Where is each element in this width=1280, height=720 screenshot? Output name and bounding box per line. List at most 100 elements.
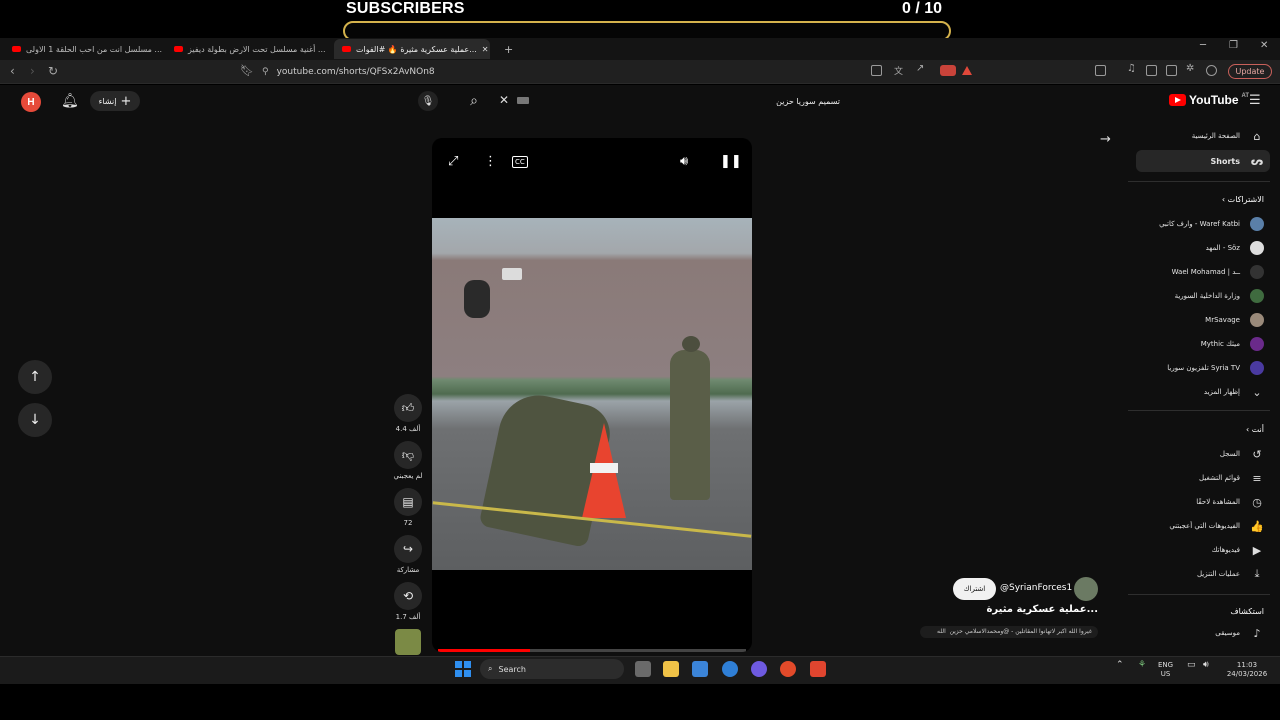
- wallet-icon[interactable]: [1166, 65, 1177, 76]
- guide-item-home[interactable]: الصفحة الرئيسية ⌂: [1136, 125, 1270, 147]
- browser-tab-1[interactable]: مسلسل انت من احب الحلقة 1 الاولى ...: [4, 39, 164, 59]
- guide-subscription-item[interactable]: وارف كاتبي - Waref Katbi: [1136, 213, 1270, 235]
- guide-item-downloads[interactable]: عمليات التنزيل ⤓: [1136, 563, 1270, 585]
- you-header-label: أنت: [1251, 425, 1264, 434]
- guide-collapse-arrow-icon[interactable]: →: [1100, 132, 1111, 147]
- keyboard-icon[interactable]: [517, 97, 529, 104]
- volume-icon[interactable]: 🔊︎: [680, 154, 688, 169]
- guide-subscription-item[interactable]: تلفزيون سوريا Syria TV: [1136, 357, 1270, 379]
- you-header[interactable]: ‹ أنت: [1136, 425, 1270, 434]
- share-page-icon[interactable]: ↗: [916, 63, 927, 74]
- short-description[interactable]: الله ‎ غيروا الله اكبر لاتهانوا المقاتلي…: [920, 626, 1098, 638]
- letterbox-bottom: [0, 685, 1280, 720]
- reader-icon[interactable]: [1146, 65, 1157, 76]
- site-settings-icon[interactable]: ⚲: [262, 67, 269, 77]
- brave-rewards-icon[interactable]: [962, 66, 972, 75]
- app-icon[interactable]: [780, 661, 796, 677]
- windows-start-icon[interactable]: [455, 661, 471, 677]
- guide-item-liked[interactable]: الفيديوهات التي أعجبتني 👍: [1136, 515, 1270, 537]
- task-view-icon[interactable]: [635, 661, 651, 677]
- minimize-icon[interactable]: ─: [1200, 40, 1206, 51]
- channel-handle[interactable]: @SyrianForces1: [1000, 583, 1072, 593]
- playback-progress[interactable]: [438, 649, 746, 652]
- guide-subscription-item[interactable]: Wael Mohamad | ــد: [1136, 261, 1270, 283]
- taskbar-search[interactable]: ⌕ Search: [480, 659, 624, 679]
- comments-button[interactable]: ▤: [394, 488, 422, 516]
- fullscreen-icon[interactable]: ⤢: [448, 154, 458, 169]
- cast-icon[interactable]: [871, 65, 882, 76]
- guide-item-music[interactable]: موسيقى ♪: [1136, 622, 1270, 644]
- channel-avatar[interactable]: [1074, 577, 1098, 601]
- music-extension-icon[interactable]: ♫: [1127, 63, 1138, 74]
- guide-item-shorts[interactable]: Shorts ᔕ: [1136, 150, 1270, 172]
- plus-icon: +: [120, 93, 132, 109]
- discord-icon[interactable]: [751, 661, 767, 677]
- shorts-player[interactable]: ⤢ ⋮ CC 🔊︎ ❚❚: [432, 138, 752, 652]
- vpn-icon[interactable]: [1206, 65, 1217, 76]
- guide-item-watch-later[interactable]: المشاهدة لاحقًا ◷: [1136, 491, 1270, 513]
- share-button[interactable]: ↪: [394, 535, 422, 563]
- bookmark-icon[interactable]: 🔖︎: [240, 64, 254, 77]
- your-videos-icon: ▶: [1252, 543, 1262, 557]
- subscriptions-header[interactable]: ‹ الاشتراكات: [1136, 195, 1270, 204]
- maximize-icon[interactable]: ❐: [1229, 40, 1238, 51]
- extensions-icon[interactable]: ✲: [1186, 63, 1197, 74]
- sidebar-toggle-icon[interactable]: [1095, 65, 1106, 76]
- create-button[interactable]: إنشاء +: [90, 91, 140, 111]
- guide-item-your-videos[interactable]: فيديوهاتك ▶: [1136, 539, 1270, 561]
- update-button[interactable]: Update: [1228, 64, 1272, 79]
- close-tab-icon[interactable]: ✕: [482, 45, 489, 54]
- avatar[interactable]: H: [21, 92, 41, 112]
- back-icon[interactable]: ‹: [10, 64, 15, 78]
- guide-subscription-item[interactable]: وزارة الداخلية السورية: [1136, 285, 1270, 307]
- subscribe-button[interactable]: اشتراك: [953, 578, 996, 600]
- guide-menu-icon[interactable]: ☰: [1249, 93, 1261, 108]
- file-explorer-icon[interactable]: [663, 661, 679, 677]
- sound-thumbnail[interactable]: [395, 629, 421, 655]
- like-button[interactable]: 👍︎: [394, 394, 422, 422]
- guide-show-more[interactable]: إظهار المزيد ⌄: [1136, 381, 1270, 403]
- tray-app-icon[interactable]: ⚘: [1138, 661, 1146, 670]
- browser-tab-2[interactable]: أغنية مسلسل تحت الارض بطولة ديفيز ...: [166, 39, 330, 59]
- youtube-logo[interactable]: YouTube AT: [1169, 93, 1249, 107]
- voice-search-mic-icon[interactable]: 🎙︎: [418, 91, 438, 111]
- new-tab-button[interactable]: +: [496, 39, 516, 59]
- guide-subscription-item[interactable]: Mythic ميثك: [1136, 333, 1270, 355]
- edge-icon[interactable]: [722, 661, 738, 677]
- network-icon[interactable]: ▭: [1187, 661, 1196, 670]
- thumbs-down-icon: 👎︎: [401, 447, 415, 462]
- next-short-button[interactable]: ↓: [18, 403, 52, 437]
- like-count: 4.4 ألف: [395, 425, 421, 433]
- brave-browser-icon[interactable]: [810, 661, 826, 677]
- guide-item-playlists[interactable]: قوائم التشغيل ≡: [1136, 467, 1270, 489]
- url-field[interactable]: ⚲ youtube.com/shorts/QFSx2AvNOn8: [262, 62, 862, 82]
- share-icon: ↪: [402, 542, 414, 556]
- tray-overflow-icon[interactable]: ⌃: [1116, 661, 1124, 670]
- brave-shields-icon[interactable]: [940, 65, 956, 76]
- browser-tab-3[interactable]: عملية عسكرية مثيرة 🔥 #الفوات... ✕: [334, 39, 490, 59]
- search-button[interactable]: ⌕: [459, 88, 489, 114]
- forward-icon[interactable]: ›: [30, 64, 35, 78]
- search-input[interactable]: [490, 89, 850, 113]
- language-indicator[interactable]: ENG US: [1158, 661, 1173, 679]
- guide-subscription-item[interactable]: MrSavage: [1136, 309, 1270, 331]
- close-window-icon[interactable]: ✕: [1260, 40, 1268, 51]
- guide-subscription-item[interactable]: المهد - Söz: [1136, 237, 1270, 259]
- more-options-icon[interactable]: ⋮: [484, 154, 497, 169]
- clock[interactable]: 11:03 24/03/2026: [1224, 661, 1270, 679]
- volume-tray-icon[interactable]: 🔊︎: [1203, 661, 1209, 670]
- clear-search-icon[interactable]: ✕: [499, 93, 509, 107]
- guide-item-history[interactable]: السجل ↺: [1136, 443, 1270, 465]
- short-title: عملية عسكرية مثيرة...: [986, 604, 1098, 615]
- pause-icon[interactable]: ❚❚: [720, 154, 742, 169]
- channel-avatar: [1250, 313, 1264, 327]
- reload-icon[interactable]: ↻: [48, 64, 58, 78]
- guide-label: الفيديوهات التي أعجبتني: [1169, 522, 1240, 530]
- captions-icon[interactable]: CC: [512, 156, 528, 168]
- remix-button[interactable]: ⟲: [394, 582, 422, 610]
- translate-icon[interactable]: 文: [894, 64, 905, 77]
- previous-short-button[interactable]: ↑: [18, 360, 52, 394]
- store-icon[interactable]: [692, 661, 708, 677]
- dislike-button[interactable]: 👎︎: [394, 441, 422, 469]
- notifications-bell-icon[interactable]: 🔔︎: [61, 93, 79, 109]
